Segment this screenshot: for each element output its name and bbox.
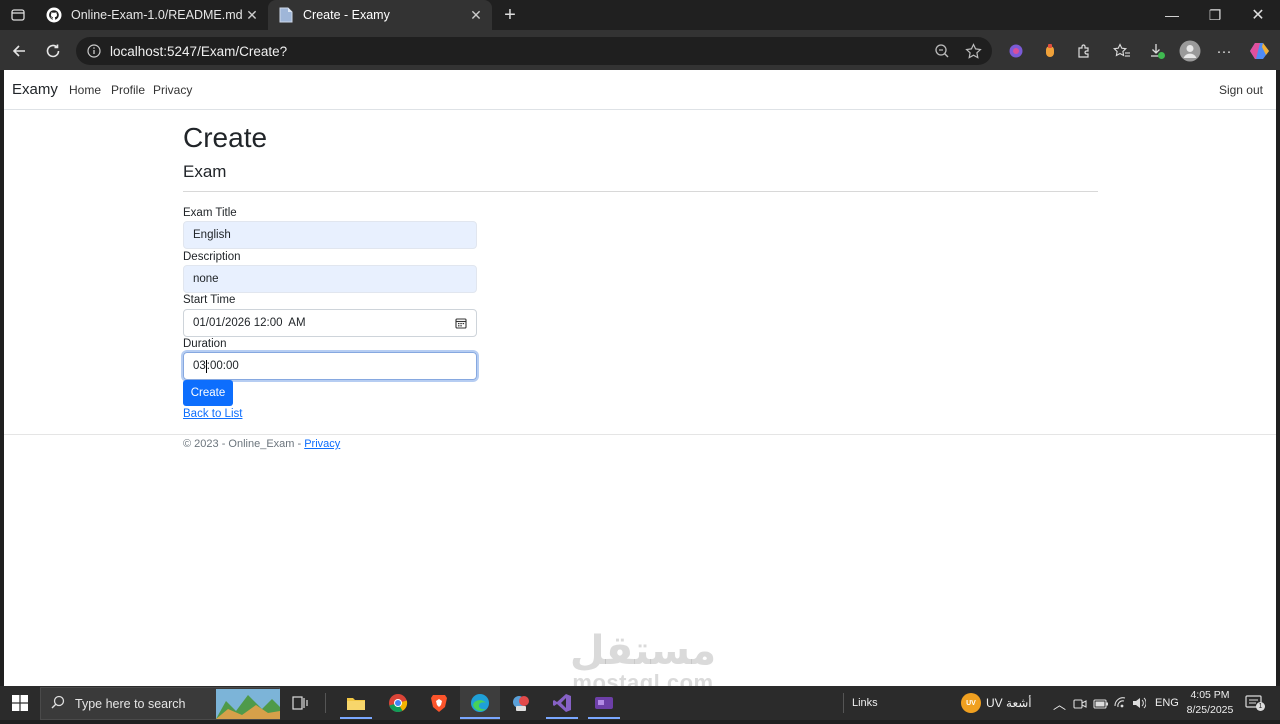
uv-weather-text[interactable]: UV أشعة [986,696,1032,710]
divider [183,191,1098,192]
nav-profile[interactable]: Profile [111,83,145,97]
volume-icon[interactable] [1132,696,1147,715]
restore-icon[interactable]: ❐ [1193,0,1237,30]
taskbar-divider [325,693,326,713]
site-brand[interactable]: Examy [12,81,58,98]
url-text[interactable]: localhost:5247/Exam/Create? [110,44,287,59]
exam-title-label: Exam Title [183,207,237,219]
close-tab-icon[interactable]: ✕ [468,7,484,24]
brave-icon[interactable] [425,689,453,717]
file-explorer-icon[interactable] [342,689,370,717]
visual-studio-icon[interactable] [548,689,576,717]
zoom-icon[interactable] [934,37,950,65]
clock-date: 8/25/2025 [1186,704,1234,716]
favorites-icon[interactable] [1110,39,1134,63]
start-time-value: 01/01/2026 12:00 AM [193,317,306,329]
nav-privacy[interactable]: Privacy [153,83,192,97]
duration-value-start: 03 [193,360,206,372]
chrome-icon[interactable] [384,689,412,717]
new-tab-button[interactable]: + [500,4,520,26]
back-icon[interactable] [6,38,32,64]
duration-label: Duration [183,338,227,350]
taskbar-clock[interactable]: 4:05 PM 8/25/2025 [1176,688,1244,718]
calendar-icon[interactable] [455,317,467,329]
back-to-list-link[interactable]: Back to List [183,408,242,420]
battery-icon[interactable] [1093,697,1109,715]
refresh-icon[interactable] [40,38,66,64]
exam-title-value: English [193,229,231,241]
tab-title: Create - Examy [303,8,390,22]
taskbar-divider [843,693,844,713]
watermark-arabic: مستقل [569,629,717,673]
tab-github-readme[interactable]: Online-Exam-1.0/README.md at ✕ [36,0,268,30]
search-placeholder: Type here to search [75,696,186,711]
uv-weather-badge[interactable]: UV [961,693,981,713]
tab-title: Online-Exam-1.0/README.md at [71,8,244,22]
description-value: none [193,273,219,285]
app-purple-icon[interactable] [590,689,618,717]
info-icon[interactable] [86,43,102,59]
tab-create-examy[interactable]: Create - Examy ✕ [268,0,492,30]
app-icon[interactable] [507,689,535,717]
search-icon [51,695,65,712]
notification-count: 1 [1256,702,1265,711]
watermark: مستقل mostaql.com [558,630,728,694]
extensions-puzzle-icon[interactable] [1072,39,1096,63]
page-icon [278,7,294,23]
address-bar[interactable]: localhost:5247/Exam/Create? [76,37,992,65]
search-highlight-image[interactable] [216,689,280,719]
exam-title-input[interactable]: English [183,221,477,249]
page-title: Create [183,122,268,153]
github-icon [46,7,62,23]
close-window-icon[interactable]: ✕ [1236,0,1280,30]
copilot-extension-icon[interactable] [1004,39,1028,63]
footer-divider [4,434,1276,435]
active-indicator [588,717,620,719]
more-menu-icon[interactable]: ··· [1212,39,1236,63]
wifi-icon[interactable] [1113,696,1127,715]
profile-avatar[interactable] [1178,39,1202,63]
links-toolbar[interactable]: Links [852,697,878,709]
extension-icon[interactable] [1038,39,1062,63]
copilot-icon[interactable] [1248,39,1272,63]
duration-value-end: :00:00 [206,360,239,372]
active-indicator [546,717,578,719]
page-subtitle: Exam [183,162,227,181]
description-input[interactable]: none [183,265,477,293]
windows-start-icon[interactable] [12,695,28,711]
active-indicator [460,717,500,719]
notifications-icon[interactable]: 1 [1245,694,1265,712]
description-label: Description [183,251,241,263]
minimize-icon[interactable]: — [1150,0,1194,30]
close-tab-icon[interactable]: ✕ [244,7,260,24]
start-time-input[interactable]: 01/01/2026 12:00 AM [183,309,477,337]
clock-time: 4:05 PM [1190,689,1230,701]
meet-now-icon[interactable] [1073,697,1087,715]
chevron-up-icon[interactable]: ︿ [1053,694,1066,713]
task-view-icon[interactable] [286,689,314,717]
footer: © 2023 - Online_Exam - Privacy [183,438,340,450]
favorite-star-icon[interactable] [965,37,982,65]
site-navbar: Examy Home Profile Privacy Sign out [4,70,1276,110]
active-indicator [340,717,372,719]
nav-home[interactable]: Home [69,83,101,97]
duration-input[interactable]: 03:00:00 [183,352,477,380]
footer-privacy-link[interactable]: Privacy [304,438,340,450]
footer-text: © 2023 - Online_Exam - [183,438,305,450]
edge-icon[interactable] [466,689,494,717]
downloads-icon[interactable] [1145,39,1169,63]
start-time-label: Start Time [183,294,236,306]
page-viewport: Examy Home Profile Privacy Sign out Crea… [4,70,1276,694]
sign-out-link[interactable]: Sign out [1219,83,1263,97]
create-button[interactable]: Create [183,380,233,406]
tab-actions-icon[interactable] [10,7,26,23]
